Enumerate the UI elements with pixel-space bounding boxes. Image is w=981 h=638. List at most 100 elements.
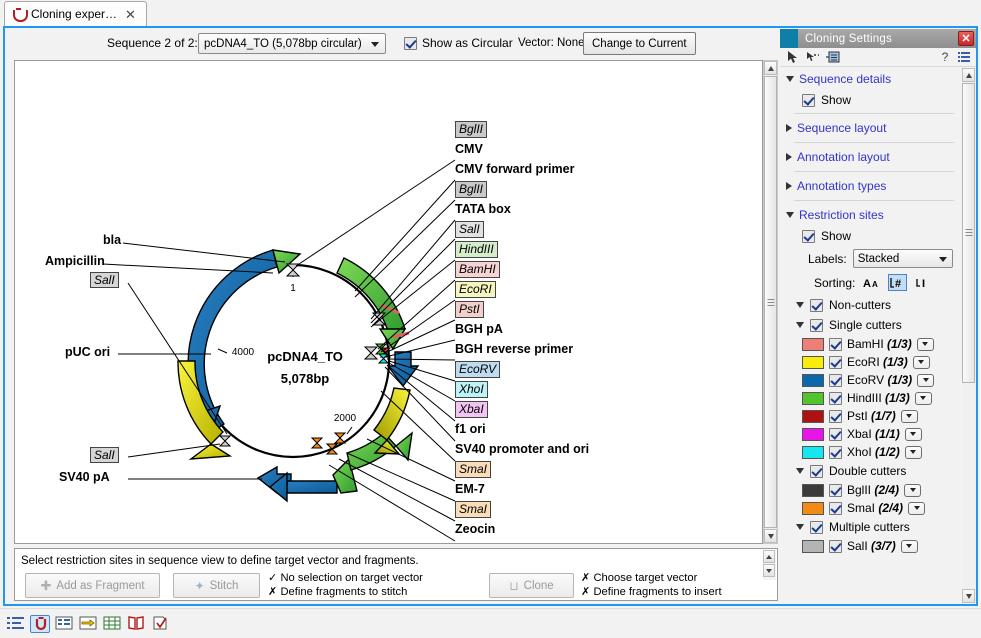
- text-view-icon[interactable]: [6, 615, 26, 633]
- restriction-show-checkbox[interactable]: Show: [780, 226, 962, 246]
- map-label-bgh-reverse-primer[interactable]: BGH reverse primer: [455, 341, 573, 357]
- map-label-tata-box[interactable]: TATA box: [455, 201, 511, 217]
- tab-cloning-experiment[interactable]: Cloning exper… ✕: [4, 1, 147, 26]
- map-label-bamhi[interactable]: BamHI: [455, 261, 500, 278]
- map-label-smai[interactable]: SmaI: [455, 501, 491, 518]
- book-view-icon[interactable]: [126, 615, 146, 633]
- checkbox-box[interactable]: [829, 502, 842, 515]
- scroll-down-button-small[interactable]: [763, 564, 775, 577]
- map-label-sali-top[interactable]: SalI: [90, 272, 119, 288]
- enzyme-color-swatch[interactable]: [802, 410, 824, 423]
- enzyme-row-hindiii[interactable]: HindIII (1/3): [780, 389, 962, 407]
- map-label-cmv[interactable]: CMV: [455, 141, 483, 157]
- enzyme-options-dropdown[interactable]: [901, 540, 918, 553]
- checkbox-box[interactable]: [829, 428, 842, 441]
- enzyme-color-swatch[interactable]: [802, 540, 824, 553]
- section-restriction-sites[interactable]: Restriction sites: [780, 204, 962, 226]
- enzyme-color-swatch[interactable]: [802, 428, 824, 441]
- change-to-current-button[interactable]: Change to Current: [583, 32, 696, 55]
- enzyme-options-dropdown[interactable]: [908, 502, 925, 515]
- map-label-bglii[interactable]: BglII: [455, 121, 487, 138]
- section-annotation-layout[interactable]: Annotation layout: [780, 146, 962, 168]
- enzyme-group-non-cutters[interactable]: Non-cutters: [780, 295, 962, 315]
- scroll-down-button[interactable]: [962, 589, 975, 603]
- enzyme-group-multiple-cutters[interactable]: Multiple cutters: [780, 517, 962, 537]
- map-label-smai[interactable]: SmaI: [455, 461, 491, 478]
- scroll-up-button[interactable]: [962, 68, 975, 82]
- enzyme-options-dropdown[interactable]: [905, 428, 922, 441]
- sequence-details-show-checkbox[interactable]: Show: [780, 90, 962, 110]
- scroll-thumb[interactable]: [764, 76, 777, 528]
- enzyme-row-ecorv[interactable]: EcoRV (1/3): [780, 371, 962, 389]
- map-label-bgh-pa[interactable]: BGH pA: [455, 321, 503, 337]
- map-label-ampicillin[interactable]: Ampicillin: [45, 254, 105, 268]
- table-view-icon[interactable]: [54, 615, 74, 633]
- enzyme-options-dropdown[interactable]: [917, 338, 934, 351]
- scroll-down-button[interactable]: [764, 529, 777, 543]
- plasmid-map-canvas[interactable]: pcDNA4_TO 5,078bp 1 4000 2000: [14, 60, 763, 544]
- stitch-button[interactable]: ✦ Stitch: [173, 573, 260, 598]
- enzyme-color-swatch[interactable]: [802, 392, 824, 405]
- grid-view-icon[interactable]: [102, 615, 122, 633]
- map-label-xhoi[interactable]: XhoI: [455, 381, 488, 398]
- pointer-icon[interactable]: [786, 50, 802, 65]
- enzyme-options-dropdown[interactable]: [901, 410, 918, 423]
- enzyme-row-sali[interactable]: SalI (3/7): [780, 537, 962, 555]
- labels-select[interactable]: Stacked: [853, 249, 953, 268]
- enzyme-options-dropdown[interactable]: [905, 446, 922, 459]
- close-icon[interactable]: ✕: [123, 8, 138, 21]
- map-label-bla[interactable]: bla: [103, 233, 121, 247]
- settings-vertical-scrollbar[interactable]: [962, 68, 976, 604]
- checkbox-box[interactable]: [829, 374, 842, 387]
- enzyme-row-bglii[interactable]: BglII (2/4): [780, 481, 962, 499]
- cloning-view-icon[interactable]: [30, 615, 50, 633]
- panel-icon[interactable]: [826, 50, 842, 65]
- checkbox-box[interactable]: [829, 484, 842, 497]
- report-view-icon[interactable]: [150, 615, 170, 633]
- checkbox-box[interactable]: [829, 540, 842, 553]
- enzyme-options-dropdown[interactable]: [915, 392, 932, 405]
- map-label-sv40-promoter-and-ori[interactable]: SV40 promoter and ori: [455, 441, 589, 457]
- section-annotation-types[interactable]: Annotation types: [780, 175, 962, 197]
- map-label-zeocin[interactable]: Zeocin: [455, 521, 495, 537]
- map-label-ecori[interactable]: EcoRI: [455, 281, 496, 298]
- map-label-bglii[interactable]: BglII: [455, 181, 487, 198]
- pointer-dashed-icon[interactable]: [806, 50, 822, 65]
- enzyme-row-xhoi[interactable]: XhoI (1/2): [780, 443, 962, 461]
- map-label-ecorv[interactable]: EcoRV: [455, 361, 500, 378]
- map-label-sali-bottom[interactable]: SalI: [90, 447, 119, 463]
- enzyme-row-bamhi[interactable]: BamHI (1/3): [780, 335, 962, 353]
- map-label-hindiii[interactable]: HindIII: [455, 241, 498, 258]
- section-sequence-layout[interactable]: Sequence layout: [780, 117, 962, 139]
- position-sort-icon[interactable]: I: [914, 274, 933, 291]
- help-icon[interactable]: ?: [937, 50, 953, 65]
- enzyme-group-single-cutters[interactable]: Single cutters: [780, 315, 962, 335]
- checkbox-box[interactable]: [829, 410, 842, 423]
- scroll-thumb[interactable]: [962, 83, 975, 383]
- scroll-up-button[interactable]: [764, 61, 777, 75]
- map-vertical-scrollbar[interactable]: [763, 60, 778, 544]
- cloning-panel-scrollbar[interactable]: [763, 550, 776, 580]
- checkbox-box[interactable]: [810, 299, 823, 312]
- enzyme-row-smai[interactable]: SmaI (2/4): [780, 499, 962, 517]
- enzyme-options-dropdown[interactable]: [904, 484, 921, 497]
- map-label-sali[interactable]: SalI: [455, 221, 484, 238]
- checkbox-box[interactable]: [810, 319, 823, 332]
- alpha-sort-icon[interactable]: AA: [862, 274, 881, 291]
- checkbox-box[interactable]: [829, 356, 842, 369]
- export-view-icon[interactable]: [78, 615, 98, 633]
- enzyme-row-xbai[interactable]: XbaI (1/1): [780, 425, 962, 443]
- map-label-xbai[interactable]: XbaI: [455, 401, 488, 418]
- map-label-psti[interactable]: PstI: [455, 301, 484, 318]
- enzyme-row-ecori[interactable]: EcoRI (1/3): [780, 353, 962, 371]
- map-label-em-7[interactable]: EM-7: [455, 481, 485, 497]
- checkbox-box[interactable]: [810, 521, 823, 534]
- map-label-cmv-forward-primer[interactable]: CMV forward primer: [455, 161, 574, 177]
- enzyme-color-swatch[interactable]: [802, 356, 824, 369]
- enzyme-group-double-cutters[interactable]: Double cutters: [780, 461, 962, 481]
- checkbox-box[interactable]: [829, 392, 842, 405]
- enzyme-color-swatch[interactable]: [802, 446, 824, 459]
- enzyme-color-swatch[interactable]: [802, 338, 824, 351]
- map-label-puc-ori[interactable]: pUC ori: [65, 345, 110, 359]
- map-label-f1-ori[interactable]: f1 ori: [455, 421, 486, 437]
